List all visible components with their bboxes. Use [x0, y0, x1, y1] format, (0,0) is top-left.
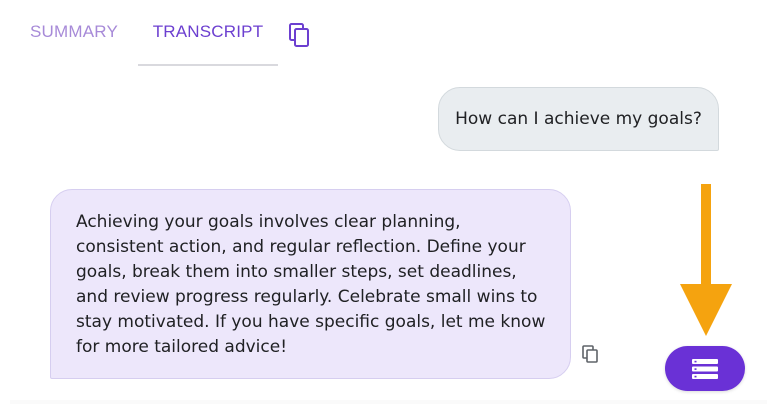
user-message: How can I achieve my goals?: [438, 87, 719, 151]
copy-icon[interactable]: [582, 345, 598, 363]
copy-icon[interactable]: [288, 22, 312, 48]
tab-summary[interactable]: SUMMARY: [10, 0, 138, 64]
tab-bar: SUMMARY TRANSCRIPT: [0, 0, 777, 66]
user-message-text: How can I achieve my goals?: [455, 109, 702, 129]
assistant-message-text: Achieving your goals involves clear plan…: [76, 212, 546, 357]
server-list-button[interactable]: [665, 346, 745, 391]
divider: [10, 400, 767, 404]
server-list-icon: [692, 358, 718, 379]
assistant-message: Achieving your goals involves clear plan…: [50, 189, 571, 379]
tab-transcript[interactable]: TRANSCRIPT: [138, 0, 278, 66]
down-arrow-icon: [680, 184, 732, 336]
